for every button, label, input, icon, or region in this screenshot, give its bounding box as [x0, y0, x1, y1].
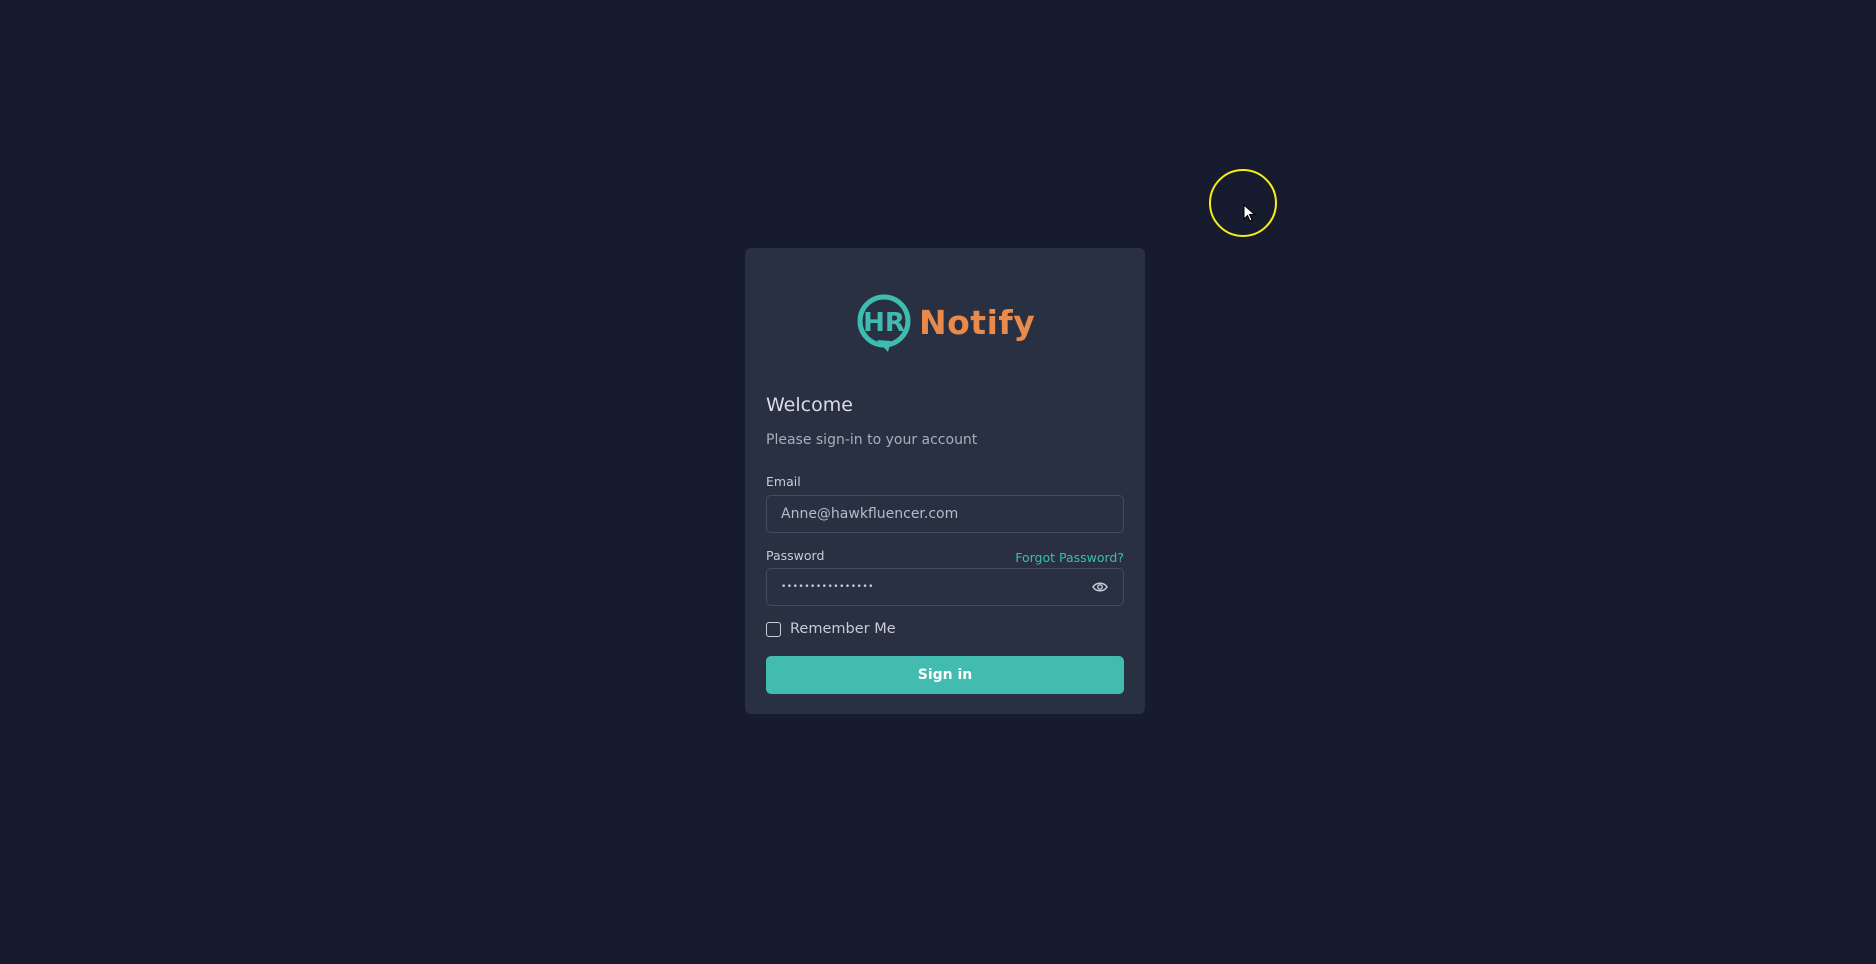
password-field-container	[766, 568, 1124, 606]
logo-mark-text: HR	[863, 308, 905, 338]
hr-logo-icon: HR	[857, 294, 911, 352]
page-subtitle: Please sign-in to your account	[766, 432, 978, 448]
remember-me: Remember Me	[766, 621, 896, 637]
email-input[interactable]	[781, 506, 1109, 522]
remember-me-label[interactable]: Remember Me	[790, 621, 896, 637]
forgot-password-link[interactable]: Forgot Password?	[1015, 550, 1124, 565]
page-title: Welcome	[766, 394, 853, 416]
mouse-pointer-icon	[1243, 204, 1256, 222]
login-card: HR Notify Welcome Please sign-in to your…	[745, 248, 1145, 714]
remember-me-checkbox[interactable]	[766, 621, 781, 637]
logo-text: Notify	[919, 302, 1036, 342]
app-logo: HR Notify	[857, 292, 1035, 356]
login-page: HR Notify Welcome Please sign-in to your…	[0, 0, 1876, 964]
password-label: Password	[766, 548, 825, 563]
eye-icon[interactable]	[1091, 578, 1109, 596]
cursor-highlight-ring	[1209, 169, 1277, 237]
sign-in-button[interactable]: Sign in	[766, 656, 1124, 694]
password-input[interactable]	[781, 582, 1091, 592]
email-label: Email	[766, 474, 801, 489]
email-field-container	[766, 495, 1124, 533]
